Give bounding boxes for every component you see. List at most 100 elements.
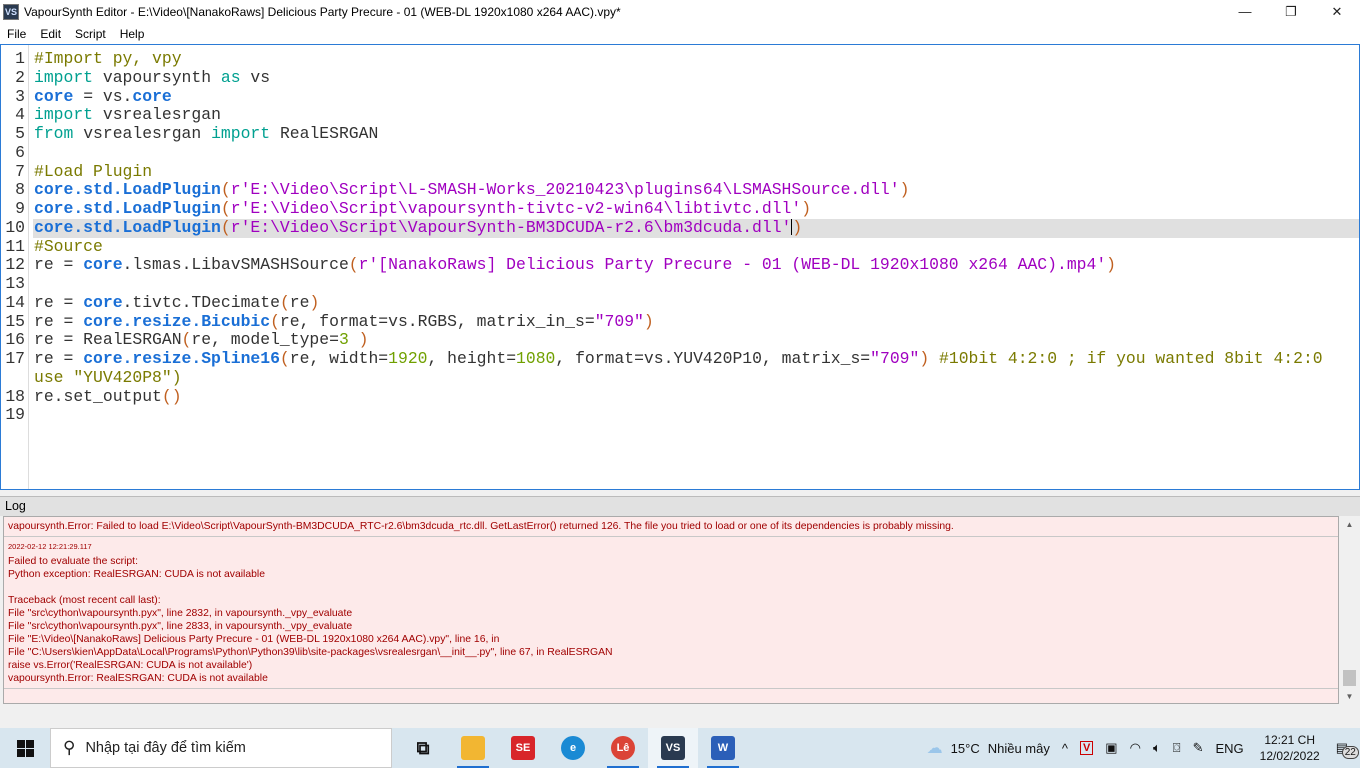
code-line[interactable]: 6	[1, 143, 1359, 163]
taskbar-task-view[interactable]: ⧉	[398, 728, 448, 768]
notification-icon[interactable]: ▤ 22	[1336, 740, 1359, 759]
pen-icon[interactable]: ✎	[1193, 740, 1204, 756]
code-token: core	[83, 292, 123, 312]
scroll-down-arrow-icon[interactable]: ▼	[1341, 688, 1358, 704]
line-text[interactable]: import vsrealesrgan	[33, 105, 1359, 125]
line-number: 15	[5, 311, 25, 331]
code-token: (	[220, 217, 231, 237]
wifi-icon[interactable]: ◠	[1130, 740, 1141, 756]
line-text[interactable]: from vsrealesrgan import RealESRGAN	[33, 124, 1359, 144]
display-icon[interactable]: ▣	[1105, 740, 1117, 756]
code-line[interactable]: use "YUV420P8")	[1, 368, 1359, 388]
code-line[interactable]: 18 re.set_output()	[1, 387, 1359, 407]
webcam-icon[interactable]: ⌼	[1173, 740, 1181, 756]
line-text[interactable]: import vapoursynth as vs	[33, 68, 1359, 88]
scroll-up-arrow-icon[interactable]: ▲	[1341, 516, 1358, 532]
line-text[interactable]: core = vs.core	[33, 86, 1359, 107]
chevron-up-icon[interactable]: ^	[1062, 741, 1068, 756]
code-token: )	[309, 292, 320, 312]
code-line[interactable]: 17 re = core.resize.Spline16(re, width=19…	[1, 349, 1359, 369]
code-token: 3	[338, 330, 349, 350]
line-text[interactable]: re = RealESRGAN(re, model_type=3 )	[33, 330, 1359, 350]
code-line[interactable]: 1 #Import py, vpy	[1, 49, 1359, 69]
taskbar-word[interactable]: W	[698, 728, 748, 768]
minimize-button[interactable]: —	[1222, 0, 1268, 23]
code-line[interactable]: 13	[1, 274, 1359, 294]
code-line[interactable]: 11 #Source	[1, 236, 1359, 257]
line-number: 10	[5, 217, 25, 237]
code-line[interactable]: 2 import vapoursynth as vs	[1, 68, 1359, 88]
line-number: 16	[5, 330, 25, 350]
line-text[interactable]: #Load Plugin	[33, 162, 1359, 182]
edge-icon: e	[561, 736, 585, 760]
line-number: 11	[5, 236, 25, 256]
line-number: 5	[15, 124, 25, 143]
weather-desc[interactable]: Nhiều mây	[988, 741, 1050, 756]
weather-temp[interactable]: 15°C	[951, 741, 980, 756]
log-entry[interactable]: vapoursynth.Error: Failed to load E:\Vid…	[4, 517, 1338, 537]
code-token: )	[1106, 255, 1117, 275]
code-line[interactable]: 8 core.std.LoadPlugin(r'E:\Video\Script\L…	[1, 180, 1359, 200]
line-text[interactable]: re = core.resize.Spline16(re, width=1920…	[33, 349, 1359, 369]
code-line[interactable]: 5 from vsrealesrgan import RealESRGAN	[1, 124, 1359, 144]
log-line: File "src\cython\vapoursynth.pyx", line …	[8, 608, 353, 619]
close-button[interactable]: ✕	[1314, 0, 1360, 23]
code-token: (	[279, 349, 290, 368]
line-text[interactable]: #Source	[33, 237, 1359, 257]
language-indicator[interactable]: ENG	[1215, 741, 1243, 756]
line-text[interactable]: re = core.resize.Bicubic(re, format=vs.R…	[33, 312, 1359, 332]
code-lines[interactable]: 1 #Import py, vpy 2 import vapoursynth as v…	[1, 49, 1359, 425]
clock-time: 12:21 CH	[1264, 733, 1316, 747]
taskbar-vapoursynth-editor[interactable]: VS	[648, 728, 698, 768]
weather-cloud-icon[interactable]: ☁	[927, 738, 943, 758]
antivirus-icon[interactable]: V	[1079, 741, 1094, 755]
code-line[interactable]: 4 import vsrealesrgan	[1, 105, 1359, 125]
line-text[interactable]: re = core.tivtc.TDecimate(re)	[33, 292, 1359, 313]
line-text[interactable]: use "YUV420P8")	[33, 368, 1359, 388]
line-text[interactable]: core.std.LoadPlugin(r'E:\Video\Script\va…	[33, 199, 1359, 219]
line-text[interactable]: core.std.LoadPlugin(r'E:\Video\Script\L-…	[33, 180, 1359, 200]
line-number: 1	[15, 49, 25, 68]
log-panel[interactable]: vapoursynth.Error: Failed to load E:\Vid…	[3, 516, 1339, 704]
taskbar-search[interactable]: ⚲ Nhập tại đây để tìm kiếm	[50, 728, 392, 768]
code-token: = vs.	[73, 86, 133, 106]
code-line[interactable]: 15 re = core.resize.Bicubic(re, format=vs…	[1, 311, 1359, 332]
start-button[interactable]	[0, 728, 50, 768]
volume-icon[interactable]: 🔈︎	[1153, 740, 1161, 756]
taskbar-subtitle-edit[interactable]: SE	[498, 728, 548, 768]
code-line[interactable]: 19	[1, 405, 1359, 425]
code-line[interactable]: 12 re = core.lsmas.LibavSMASHSource(r'[Na…	[1, 255, 1359, 275]
line-text[interactable]: re = core.lsmas.LibavSMASHSource(r'[Nana…	[33, 255, 1359, 275]
code-token: re = RealESRGAN	[34, 330, 182, 350]
menu-help[interactable]: Help	[113, 27, 152, 41]
code-line[interactable]: 16 re = RealESRGAN(re, model_type=3 )	[1, 330, 1359, 350]
code-line[interactable]: 10 core.std.LoadPlugin(r'E:\Video\Script\…	[1, 217, 1359, 238]
menu-edit[interactable]: Edit	[33, 27, 68, 41]
code-line[interactable]: 14 re = core.tivtc.TDecimate(re)	[1, 292, 1359, 313]
log-scrollbar[interactable]: ▲ ▼	[1341, 516, 1358, 704]
menu-file[interactable]: File	[0, 27, 33, 41]
search-icon: ⚲	[63, 738, 76, 757]
taskbar-edge[interactable]: e	[548, 728, 598, 768]
taskbar-file-explorer[interactable]	[448, 728, 498, 768]
clock[interactable]: 12:21 CH 12/02/2022	[1260, 732, 1320, 764]
code-line[interactable]: 7 #Load Plugin	[1, 161, 1359, 182]
code-token: core.std.LoadPlugin	[34, 180, 221, 200]
code-line[interactable]: 9 core.std.LoadPlugin(r'E:\Video\Script\v…	[1, 199, 1359, 219]
log-entry[interactable]: 2022-02-12 12:21:29.117 Failed to evaluat…	[4, 537, 1338, 689]
code-token: core.std.LoadPlugin	[34, 199, 221, 218]
code-line[interactable]: 3 core = vs.core	[1, 86, 1359, 107]
maximize-button[interactable]: ❐	[1268, 0, 1314, 23]
vapoursynth-editor-icon: VS	[661, 736, 685, 760]
line-text[interactable]: core.std.LoadPlugin(r'E:\Video\Script\Va…	[33, 217, 1359, 238]
menu-script[interactable]: Script	[68, 27, 113, 41]
scroll-thumb[interactable]	[1343, 670, 1356, 686]
taskbar-chrome[interactable]: Lê	[598, 728, 648, 768]
code-token: r'E:\Video\Script\vapoursynth-tivtc-v2-w…	[230, 199, 802, 218]
line-text[interactable]: #Import py, vpy	[33, 49, 1359, 69]
code-editor[interactable]: 1 #Import py, vpy 2 import vapoursynth as v…	[0, 44, 1360, 490]
line-number: 7	[15, 161, 25, 181]
line-text[interactable]: re.set_output()	[33, 387, 1359, 407]
taskbar: ⚲ Nhập tại đây để tìm kiếm ⧉ SE e Lê VS W ☁ 1…	[0, 728, 1360, 768]
log-line: Python exception: RealESRGAN: CUDA is no…	[8, 569, 266, 580]
